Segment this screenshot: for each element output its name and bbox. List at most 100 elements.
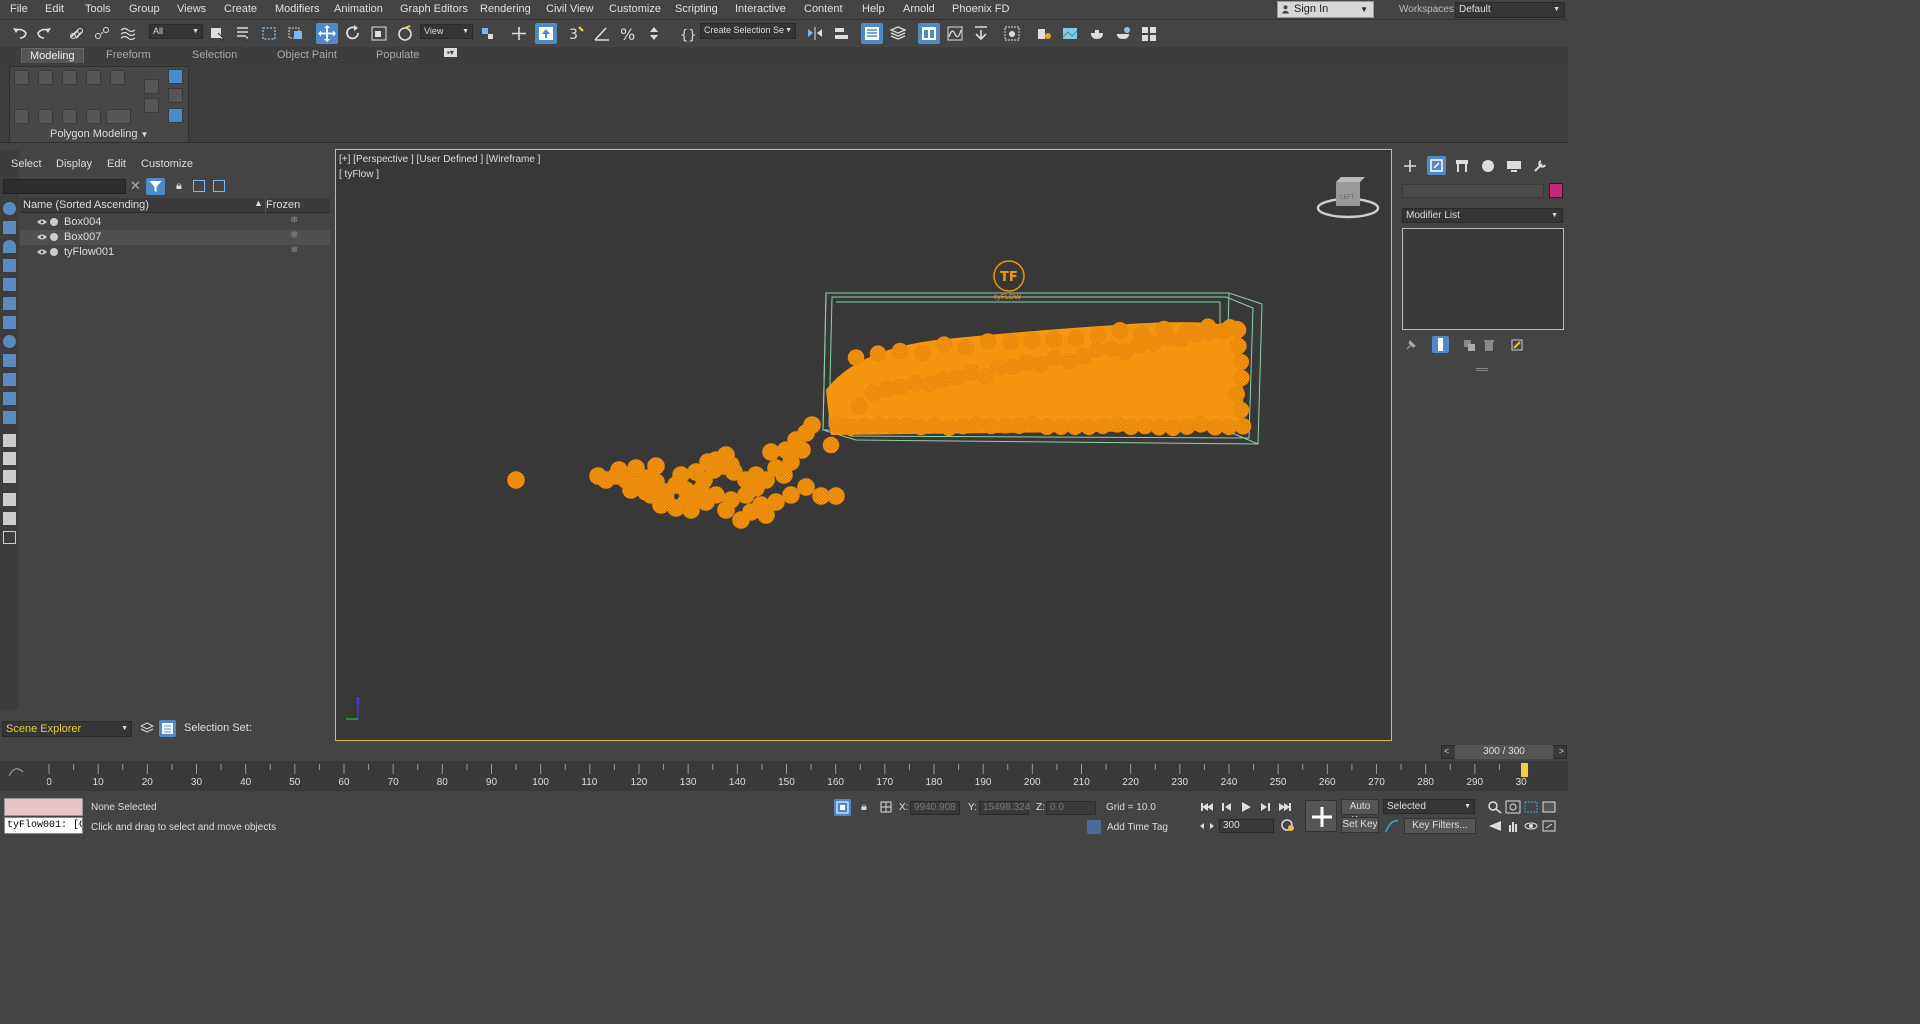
layer-filter-icon[interactable] [3,531,16,544]
next-modifier-button[interactable] [168,108,183,123]
configure-modifier-sets-button[interactable] [1510,338,1524,352]
previous-modifier-button[interactable] [168,88,183,103]
light-filter-icon[interactable] [3,240,16,253]
visibility-eye-icon[interactable] [37,234,47,240]
layer-explorer-button[interactable] [887,23,909,44]
tyflow-particles[interactable] [507,318,1252,529]
snaps-toggle-button[interactable]: 3 [565,23,587,44]
tab-freeform[interactable]: Freeform [106,49,151,61]
workspace-dropdown[interactable]: Default ▼ [1455,2,1565,18]
remove-modifier-button[interactable] [1482,338,1496,352]
menu-civil-view[interactable]: Civil View [546,3,593,15]
modify-tab-button[interactable] [1427,156,1446,175]
viewport-label[interactable]: [+] [Perspective ] [User Defined ] [Wire… [339,154,540,165]
render-setup-button[interactable] [1033,23,1055,44]
create-selection-set-dropdown[interactable]: Create Selection Se ▼ [700,23,796,39]
schematic-view-button[interactable] [970,23,992,44]
percent-snap-button[interactable]: % [617,23,639,44]
current-frame-marker[interactable] [1521,763,1528,777]
auto-key-button[interactable]: Auto Key [1341,799,1379,826]
menu-animation[interactable]: Animation [334,3,383,15]
menu-scripting[interactable]: Scripting [675,3,718,15]
select-and-move-button[interactable] [316,23,338,44]
repeat-last-button[interactable] [106,109,131,124]
layers-toggle-button[interactable] [139,721,155,735]
polygon-modeling-label[interactable]: Polygon Modeling ▼ [50,128,148,140]
toggle-scene-explorer-button[interactable] [861,23,883,44]
preserve-uvs-button[interactable] [38,109,53,124]
vertex-subobject-button[interactable] [14,70,29,85]
perspective-viewport[interactable]: TF tyFLOW LEFT z [335,149,1392,741]
menu-create[interactable]: Create [224,3,257,15]
element-subobject-button[interactable] [110,70,125,85]
current-frame-spinner[interactable]: 300 [1219,819,1274,833]
orbit-icon[interactable] [1523,819,1539,833]
unlink-button[interactable] [91,23,113,44]
modify-mode-button[interactable] [14,109,29,124]
select-and-rotate-button[interactable] [342,23,364,44]
time-configuration-icon[interactable] [1280,818,1296,832]
display-none-icon[interactable] [3,452,16,465]
previous-frame-arrow-icon[interactable]: < [1444,746,1449,756]
display-all-icon[interactable] [3,434,16,447]
go-to-start-icon[interactable] [1199,800,1215,814]
next-frame-arrow-icon[interactable]: > [1559,746,1564,756]
time-slider-thumb[interactable]: 300 / 300 [1455,745,1553,759]
space-warp-filter-icon[interactable] [3,297,16,310]
window-crossing-button[interactable] [285,23,307,44]
pivot-center-button[interactable] [477,23,499,44]
z-coord-field[interactable]: 0.0 [1046,801,1096,815]
bone-filter-icon[interactable] [3,354,16,367]
key-mode-dropdown[interactable]: Selected ▼ [1383,799,1475,814]
frozen-snowflake-icon[interactable]: ❄ [290,215,298,226]
maximize-viewport-icon[interactable] [1541,819,1557,833]
frozen-snowflake-icon[interactable]: ❄ [290,245,298,256]
make-unique-button[interactable] [1462,338,1476,352]
menu-arnold[interactable]: Arnold [903,3,935,15]
invert-display-icon[interactable] [3,470,16,483]
tab-modeling[interactable]: Modeling [21,48,84,63]
utilities-tab-button[interactable] [1532,158,1548,174]
pin-stack-button[interactable] [1404,338,1418,352]
rectangular-selection-button[interactable] [258,23,280,44]
previous-frame-icon[interactable] [1219,800,1235,814]
use-displacement-button[interactable] [144,79,159,94]
redo-button[interactable] [33,23,55,44]
angle-snap-button[interactable] [591,23,613,44]
play-icon[interactable] [1238,800,1254,814]
select-object-button[interactable] [206,23,228,44]
key-filters-button[interactable]: Key Filters... [1404,818,1476,834]
menu-tools[interactable]: Tools [85,3,111,15]
curve-editor-button[interactable] [944,23,966,44]
expand-hierarchy-icon[interactable] [213,180,225,192]
field-of-view-icon[interactable] [1487,819,1503,833]
hierarchy-sort-button[interactable] [159,720,176,737]
select-and-scale-button[interactable] [368,23,390,44]
rendered-frame-window-button[interactable] [1059,23,1081,44]
default-tangents-button[interactable] [1384,818,1400,834]
track-bar[interactable]: 0 10 20 30 40 50 60 70 80 90 100 110 120 130 140 150 160… [0,761,1568,791]
scene-search-input[interactable] [3,179,126,194]
find-filter-icon[interactable] [3,512,16,525]
select-by-name-button[interactable] [232,23,254,44]
container-filter-icon[interactable] [3,373,16,386]
modifier-list-dropdown[interactable]: Modifier List ▼ [1402,208,1563,223]
border-subobject-button[interactable] [62,70,77,85]
scene-menu-select[interactable]: Select [11,158,42,170]
menu-phoenix-fd[interactable]: Phoenix FD [952,3,1009,15]
collapse-stack-button[interactable] [62,109,77,124]
menu-rendering[interactable]: Rendering [480,3,531,15]
clear-search-icon[interactable]: ✕ [130,178,141,194]
use-nurms-button[interactable] [168,69,183,84]
viewport-sublabel[interactable]: [ tyFlow ] [339,169,379,180]
maxscript-mini-listener[interactable]: tyFlow001: [CA [4,817,83,834]
sign-in-dropdown[interactable]: Sign In ▼ [1277,1,1374,18]
reference-coordinate-dropdown[interactable]: View ▼ [420,24,473,39]
hierarchy-tab-button[interactable] [1454,158,1470,174]
viewport-canvas[interactable]: TF tyFLOW LEFT z [336,150,1393,742]
isolate-selection-button[interactable] [834,799,851,816]
camera-filter-icon[interactable] [3,259,16,272]
shape-filter-icon[interactable] [3,221,16,234]
edge-subobject-button[interactable] [38,70,53,85]
lock-icon[interactable]: 🔒︎ [176,180,182,193]
